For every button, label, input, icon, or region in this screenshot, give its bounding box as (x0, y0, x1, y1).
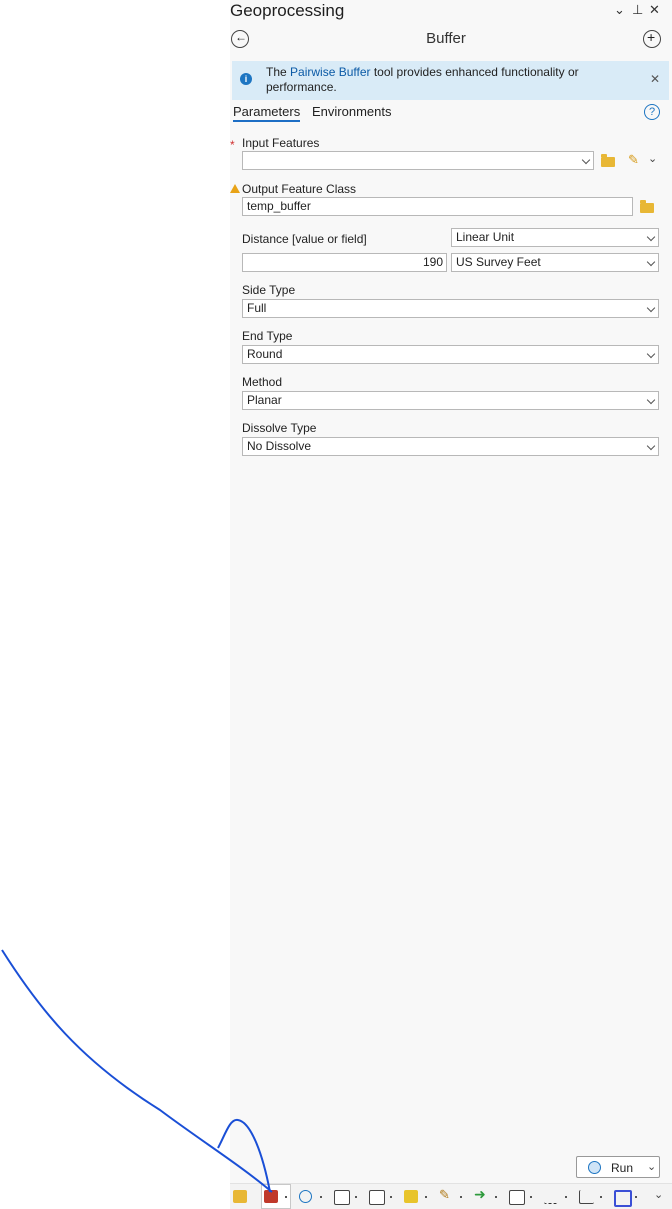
annotation-arrow (1, 949, 273, 1193)
